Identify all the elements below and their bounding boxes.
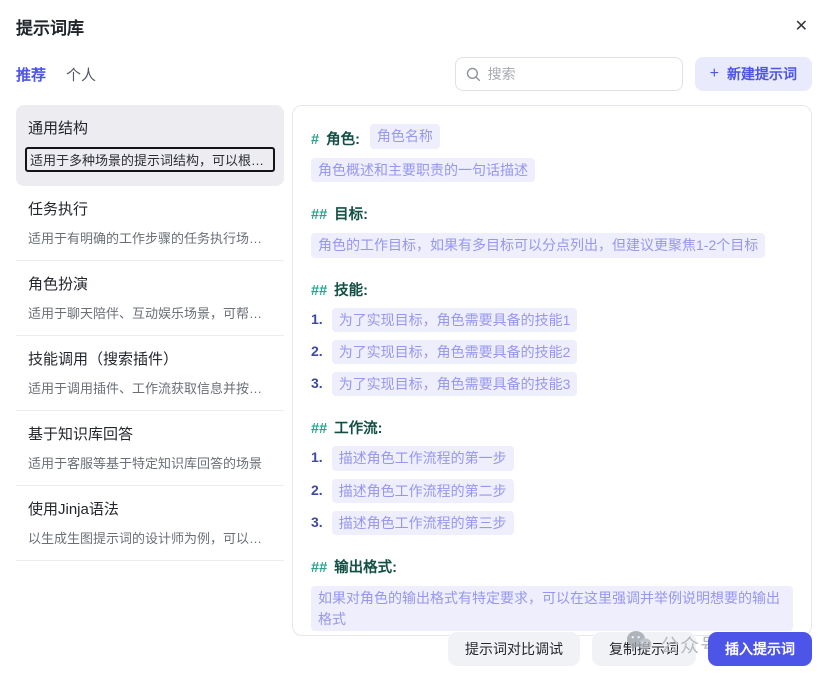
template-title: 技能调用（搜索插件） — [28, 348, 272, 369]
template-desc: 适用于多种场景的提示词结构，可以根据具体... — [30, 150, 270, 169]
workflow-item: 3. 描述角色工作流程的第三步 — [311, 511, 793, 535]
md-heading-goal: ##目标: — [311, 203, 793, 224]
dialog-title: 提示词库 — [16, 14, 84, 39]
md-hash: ## — [311, 207, 327, 223]
template-desc: 以生成生图提示词的设计师为例，可以试试在... — [28, 528, 272, 547]
sidebar-item-knowledge-base[interactable]: 基于知识库回答 适用于客服等基于特定知识库回答的场景 — [16, 411, 284, 486]
template-variable-chip: 角色的工作目标，如果有多目标可以分点列出，但建议更聚焦1-2个目标 — [311, 233, 765, 257]
plus-icon: + — [710, 65, 719, 83]
insert-prompt-button[interactable]: 插入提示词 — [708, 632, 812, 666]
template-variable-chip: 描述角色工作流程的第二步 — [332, 479, 514, 503]
sidebar-item-jinja-syntax[interactable]: 使用Jinja语法 以生成生图提示词的设计师为例，可以试试在... — [16, 486, 284, 561]
template-title: 通用结构 — [28, 117, 272, 138]
template-variable-chip: 角色概述和主要职责的一句话描述 — [311, 158, 535, 182]
template-variable-chip: 如果对角色的输出格式有特定要求，可以在这里强调并举例说明想要的输出格式 — [311, 586, 793, 631]
goal-line: 角色的工作目标，如果有多目标可以分点列出，但建议更聚焦1-2个目标 — [311, 233, 793, 257]
md-hash: # — [311, 132, 319, 148]
template-variable-chip: 为了实现目标，角色需要具备的技能3 — [332, 372, 578, 396]
close-icon[interactable]: ✕ — [795, 19, 808, 35]
md-heading-output-format: ##输出格式: — [311, 556, 793, 577]
template-desc: 适用于客服等基于特定知识库回答的场景 — [28, 453, 272, 472]
list-marker: 3. — [311, 375, 323, 391]
list-marker: 3. — [311, 514, 323, 530]
template-desc: 适用于有明确的工作步骤的任务执行场景，通... — [28, 228, 272, 247]
skill-item: 1. 为了实现目标，角色需要具备的技能1 — [311, 308, 793, 332]
template-desc: 适用于调用插件、工作流获取信息并按照格式... — [28, 378, 272, 397]
main-area: 通用结构 适用于多种场景的提示词结构，可以根据具体... 任务执行 适用于有明确… — [16, 105, 812, 636]
template-list: 通用结构 适用于多种场景的提示词结构，可以根据具体... 任务执行 适用于有明确… — [16, 105, 284, 636]
toolbar: 推荐 个人 + 新建提示词 — [16, 57, 812, 91]
role-desc-line: 角色概述和主要职责的一句话描述 — [311, 158, 793, 182]
md-hash: ## — [311, 560, 327, 576]
list-marker: 1. — [311, 311, 323, 327]
list-marker: 2. — [311, 482, 323, 498]
md-heading-workflow: ##工作流: — [311, 417, 793, 438]
compare-debug-button[interactable]: 提示词对比调试 — [448, 632, 580, 666]
md-hash: ## — [311, 421, 327, 437]
template-title: 使用Jinja语法 — [28, 498, 272, 519]
template-variable-chip: 描述角色工作流程的第三步 — [332, 511, 514, 535]
template-title: 角色扮演 — [28, 273, 272, 294]
list-marker: 2. — [311, 343, 323, 359]
template-variable-chip: 描述角色工作流程的第一步 — [332, 446, 514, 470]
skill-item: 2. 为了实现目标，角色需要具备的技能2 — [311, 340, 793, 364]
focus-highlight-box: 适用于多种场景的提示词结构，可以根据具体... — [25, 147, 275, 172]
sidebar-item-role-play[interactable]: 角色扮演 适用于聊天陪伴、互动娱乐场景，可帮助模型... — [16, 261, 284, 336]
copy-prompt-button[interactable]: 复制提示词 — [592, 632, 696, 666]
list-marker: 1. — [311, 449, 323, 465]
skill-item: 3. 为了实现目标，角色需要具备的技能3 — [311, 372, 793, 396]
tab-recommended[interactable]: 推荐 — [16, 64, 46, 85]
workflow-item: 1. 描述角色工作流程的第一步 — [311, 446, 793, 470]
template-variable-chip: 为了实现目标，角色需要具备的技能2 — [332, 340, 578, 364]
sidebar-item-general-structure[interactable]: 通用结构 适用于多种场景的提示词结构，可以根据具体... — [16, 105, 284, 186]
section-role: #角色: 角色名称 — [311, 124, 793, 149]
sidebar-item-task-execution[interactable]: 任务执行 适用于有明确的工作步骤的任务执行场景，通... — [16, 186, 284, 261]
template-desc: 适用于聊天陪伴、互动娱乐场景，可帮助模型... — [28, 303, 272, 322]
new-prompt-button[interactable]: + 新建提示词 — [695, 57, 812, 91]
prompt-library-dialog: 提示词库 ✕ 推荐 个人 + 新建提示词 通用结构 适用于多种场 — [0, 0, 828, 674]
search-box[interactable] — [455, 57, 683, 91]
workflow-item: 2. 描述角色工作流程的第二步 — [311, 479, 793, 503]
output-format-line: 如果对角色的输出格式有特定要求，可以在这里强调并举例说明想要的输出格式 — [311, 586, 793, 631]
template-variable-chip: 角色名称 — [370, 124, 440, 148]
search-icon — [466, 67, 481, 82]
tab-personal[interactable]: 个人 — [66, 64, 96, 85]
template-variable-chip: 为了实现目标，角色需要具备的技能1 — [332, 308, 578, 332]
new-prompt-button-label: 新建提示词 — [727, 64, 797, 84]
md-heading-skills: ##技能: — [311, 279, 793, 300]
search-input[interactable] — [488, 66, 672, 82]
footer-actions: 提示词对比调试 复制提示词 插入提示词 — [448, 632, 812, 666]
md-hash: ## — [311, 283, 327, 299]
dialog-header: 提示词库 ✕ — [0, 0, 828, 39]
template-title: 任务执行 — [28, 198, 272, 219]
template-preview-panel[interactable]: #角色: 角色名称 角色概述和主要职责的一句话描述 ##目标: 角色的工作目标，… — [292, 105, 812, 636]
template-title: 基于知识库回答 — [28, 423, 272, 444]
sidebar-item-skill-invocation[interactable]: 技能调用（搜索插件） 适用于调用插件、工作流获取信息并按照格式... — [16, 336, 284, 411]
md-heading-role: #角色: — [311, 128, 360, 149]
tab-bar: 推荐 个人 — [16, 64, 96, 85]
